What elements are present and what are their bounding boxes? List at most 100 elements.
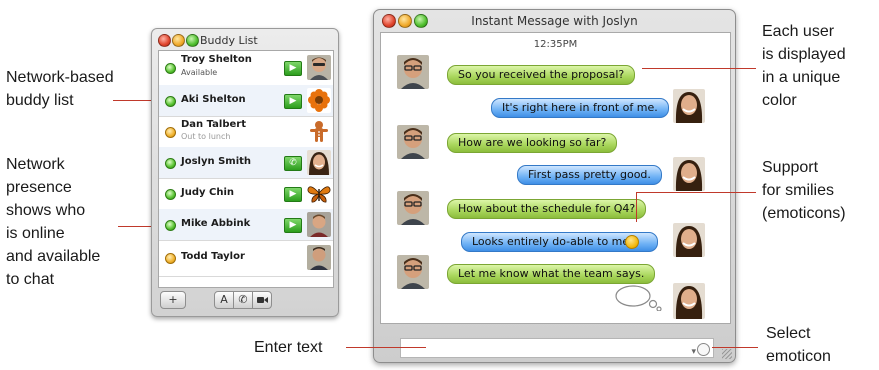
butterfly-icon: [307, 181, 331, 206]
sender-avatar: [397, 125, 429, 159]
video-camera-icon[interactable]: ▶: [284, 61, 302, 76]
callout-line-1: Network-based: [6, 69, 114, 86]
resize-grip[interactable]: [722, 349, 732, 359]
camera-icon: [256, 297, 268, 303]
minimize-window-button[interactable]: [172, 34, 185, 47]
callout-line-2: buddy list: [6, 92, 74, 109]
presence-away-icon: [165, 127, 176, 138]
instant-message-window: Instant Message with Joslyn 12:35PM So y…: [373, 9, 736, 363]
smiley-icon: [697, 343, 710, 356]
sender-avatar: [397, 55, 429, 89]
buddy-row[interactable]: Troy Shelton Available ▶: [159, 51, 333, 86]
presence-away-icon: [165, 253, 176, 264]
sender-avatar: [397, 191, 429, 225]
buddy-name: Judy Chin: [181, 187, 235, 198]
callout-connector-smilies: [636, 192, 756, 193]
presence-online-icon: [165, 220, 176, 231]
buddy-list: Troy Shelton Available ▶ Aki Shelton ▶ D…: [158, 50, 334, 288]
message-input[interactable]: ▾: [400, 338, 714, 358]
buddy-name: Todd Taylor: [181, 251, 245, 262]
callout-line-3: (emoticons): [762, 205, 846, 222]
avatar: [307, 212, 331, 237]
video-camera-icon[interactable]: ▶: [284, 187, 302, 202]
message-bubble: How about the schedule for Q4?: [447, 199, 647, 219]
buddy-row[interactable]: Joslyn Smith ✆: [159, 147, 333, 179]
video-camera-icon[interactable]: ▶: [284, 218, 302, 233]
recipient-avatar: [673, 223, 705, 257]
buddy-status: Available: [181, 68, 218, 77]
callout-line-3: in a unique: [762, 69, 841, 86]
message-bubble: So you received the proposal?: [447, 65, 636, 85]
presence-online-icon: [165, 158, 176, 169]
message-bubble: It's right here in front of me.: [491, 98, 669, 118]
buddy-name: Mike Abbink: [181, 218, 251, 229]
callout-smilies: Support for smilies (emoticons): [762, 156, 846, 225]
window-title: Instant Message with Joslyn: [471, 14, 638, 28]
callout-line-3: shows who: [6, 202, 86, 219]
callout-connector-smilies-vertical: [636, 192, 637, 222]
video-chat-button[interactable]: [252, 291, 272, 309]
buddy-row[interactable]: Mike Abbink ▶: [159, 209, 333, 241]
close-window-button[interactable]: [158, 34, 171, 47]
callout-line-1: Select: [766, 325, 811, 342]
zoom-window-button[interactable]: [186, 34, 199, 47]
buddy-status: Out to lunch: [181, 132, 231, 141]
buddy-name: Dan Talbert: [181, 119, 247, 130]
callout-line-1: Each user: [762, 23, 835, 40]
buddy-list-window: Buddy List Troy Shelton Available ▶ Aki …: [151, 28, 339, 317]
recipient-avatar: [673, 89, 705, 123]
avatar: [307, 245, 331, 270]
callout-presence: Network presence shows who is online and…: [6, 153, 100, 291]
callout-line-1: Network: [6, 156, 65, 173]
video-camera-icon[interactable]: ▶: [284, 94, 302, 109]
callout-connector-select-emoticon: [712, 347, 758, 348]
message-bubble: Let me know what the team says.: [447, 264, 656, 284]
presence-online-icon: [165, 63, 176, 74]
buddy-row[interactable]: Aki Shelton ▶: [159, 85, 333, 117]
phone-icon[interactable]: ✆: [284, 156, 302, 171]
add-buddy-button[interactable]: +: [160, 291, 186, 309]
callout-line-2: emoticon: [766, 348, 831, 365]
callout-line-1: Support: [762, 159, 819, 176]
audio-chat-button[interactable]: ✆: [233, 291, 253, 309]
gingerbread-man-icon: [307, 119, 331, 144]
buddy-name: Troy Shelton: [181, 54, 252, 65]
avatar: [307, 150, 331, 175]
callout-colors: Each user is displayed in a unique color: [762, 20, 846, 112]
callout-line-4: color: [762, 92, 797, 109]
callout-line-6: to chat: [6, 271, 55, 288]
presence-online-icon: [165, 189, 176, 200]
message-text: Looks entirely do-able to me.: [472, 235, 633, 248]
buddy-row[interactable]: Dan Talbert Out to lunch: [159, 116, 333, 148]
buddy-list-toolbar: + A ✆: [158, 291, 332, 309]
chat-transcript: 12:35PM So you received the proposal? It…: [380, 32, 731, 324]
buddy-list-title: Buddy List: [200, 34, 258, 47]
callout-buddy-list: Network-based buddy list: [6, 66, 114, 112]
message-bubble: First pass pretty good.: [517, 165, 662, 185]
callout-select-emoticon: Select emoticon: [766, 322, 831, 368]
callout-line-2: is displayed: [762, 46, 846, 63]
callout-connector-enter-text: [346, 347, 426, 348]
smiley-emoticon-icon: [625, 235, 639, 249]
buddy-name: Aki Shelton: [181, 94, 246, 105]
text-chat-button[interactable]: A: [214, 291, 234, 309]
avatar: [307, 55, 331, 80]
callout-line-5: and available: [6, 248, 101, 265]
buddy-row[interactable]: Todd Taylor: [159, 240, 333, 277]
recipient-avatar: [673, 283, 705, 319]
timestamp: 12:35PM: [533, 39, 578, 50]
callout-line-2: presence: [6, 179, 72, 196]
recipient-avatar: [673, 157, 705, 191]
presence-online-icon: [165, 96, 176, 107]
message-bubble: How are we looking so far?: [447, 133, 618, 153]
emoticon-picker-button[interactable]: ▾: [691, 341, 710, 357]
buddy-row[interactable]: Judy Chin ▶: [159, 178, 333, 210]
callout-enter-text: Enter text: [254, 339, 323, 356]
thought-bubble-icon: [615, 285, 662, 311]
buddy-name: Joslyn Smith: [181, 156, 252, 167]
sender-avatar: [397, 255, 429, 289]
callout-line-2: for smilies: [762, 182, 835, 199]
phone-icon: ✆: [238, 293, 248, 306]
avatar: [307, 88, 331, 113]
callout-line-4: is online: [6, 225, 65, 242]
